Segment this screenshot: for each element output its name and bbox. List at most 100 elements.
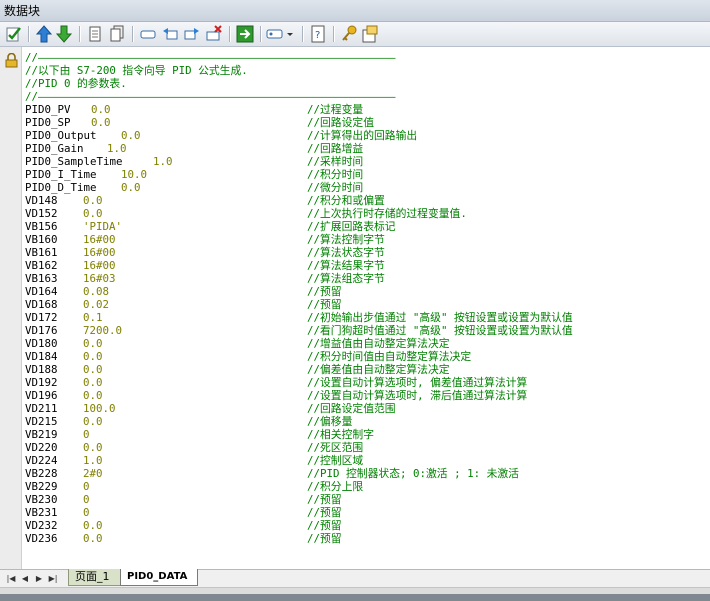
data-row[interactable]: PID0_I_Time 10.0 //积分时间 xyxy=(25,168,705,181)
data-row[interactable]: VD148 0.0 //积分和或偏置 xyxy=(25,194,705,207)
data-value: 1.0 xyxy=(107,142,127,155)
properties-icon[interactable] xyxy=(361,25,379,43)
data-row[interactable]: VD176 7200.0 //看门狗超时值通过 "高级" 按钮设置或设置为默认值 xyxy=(25,324,705,337)
toolbar-separator xyxy=(79,26,81,42)
data-comment: //预留 xyxy=(307,519,342,532)
data-value: 1.0 xyxy=(83,454,103,467)
data-comment: //采样时间 xyxy=(307,155,364,168)
data-address: VD180 xyxy=(25,337,58,350)
data-comment: //预留 xyxy=(307,532,342,545)
header-comment-line: //——————————————————————————————————————… xyxy=(25,51,396,64)
data-row[interactable]: VD196 0.0 //设置自动计算选项时, 滞后值通过算法计算 xyxy=(25,389,705,402)
data-row[interactable]: VB156 'PIDA' //扩展回路表标记 xyxy=(25,220,705,233)
data-comment: //初始输出步值通过 "高级" 按钮设置或设置为默认值 xyxy=(307,311,573,324)
data-row[interactable]: VB228 2#0 //PID 控制器状态; 0:激活 ; 1: 未激活 xyxy=(25,467,705,480)
prev-icon[interactable]: ◀ xyxy=(20,573,30,585)
data-comment: //积分时间 xyxy=(307,168,364,181)
data-value: 0.0 xyxy=(91,116,111,129)
data-comment: //预留 xyxy=(307,285,342,298)
horizontal-scrollbar[interactable] xyxy=(0,587,710,594)
data-address: PID0_SampleTime xyxy=(25,155,123,168)
data-row[interactable]: VD236 0.0 //预留 xyxy=(25,532,705,545)
tag-dropdown-icon[interactable] xyxy=(266,25,296,43)
data-row[interactable]: PID0_SampleTime 1.0 //采样时间 xyxy=(25,155,705,168)
data-row[interactable]: VD188 0.0 //偏差值由自动整定算法决定 xyxy=(25,363,705,376)
data-row[interactable]: VB229 0 //积分上限 xyxy=(25,480,705,493)
data-row[interactable]: VB160 16#00 //算法控制字节 xyxy=(25,233,705,246)
data-comment: //看门狗超时值通过 "高级" 按钮设置或设置为默认值 xyxy=(307,324,573,337)
data-row[interactable]: VD232 0.0 //预留 xyxy=(25,519,705,532)
data-value: 1.0 xyxy=(153,155,173,168)
data-row[interactable]: PID0_SP 0.0 //回路设定值 xyxy=(25,116,705,129)
data-row[interactable]: PID0_PV 0.0 //过程变量 xyxy=(25,103,705,116)
delete-icon[interactable] xyxy=(205,25,223,43)
data-comment: //回路增益 xyxy=(307,142,364,155)
first-icon[interactable]: |◀ xyxy=(6,573,16,585)
data-row[interactable]: PID0_D_Time 0.0 //微分时间 xyxy=(25,181,705,194)
undo-right-icon[interactable] xyxy=(183,25,201,43)
data-row[interactable]: VB231 0 //预留 xyxy=(25,506,705,519)
data-block-editor[interactable]: //——————————————————————————————————————… xyxy=(22,47,710,569)
key-icon[interactable] xyxy=(340,25,358,43)
data-row[interactable]: VB230 0 //预留 xyxy=(25,493,705,506)
data-value: 0.0 xyxy=(83,389,103,402)
data-row[interactable]: VD180 0.0 //增益值由自动整定算法决定 xyxy=(25,337,705,350)
data-comment: //设置自动计算选项时, 偏差值通过算法计算 xyxy=(307,376,528,389)
data-address: PID0_PV xyxy=(25,103,71,116)
data-value: 0.0 xyxy=(83,350,103,363)
data-row[interactable]: VB162 16#00 //算法结果字节 xyxy=(25,259,705,272)
data-row[interactable]: PID0_Gain 1.0 //回路增益 xyxy=(25,142,705,155)
data-value: 7200.0 xyxy=(83,324,123,337)
rect-icon[interactable] xyxy=(139,25,157,43)
toolbar-separator xyxy=(333,26,335,42)
data-value: 16#00 xyxy=(83,233,116,246)
data-row[interactable]: VB163 16#03 //算法组态字节 xyxy=(25,272,705,285)
data-row[interactable]: VD220 0.0 //死区范围 xyxy=(25,441,705,454)
data-address: VB230 xyxy=(25,493,58,506)
undo-left-icon[interactable] xyxy=(161,25,179,43)
data-row[interactable]: VB161 16#00 //算法状态字节 xyxy=(25,246,705,259)
data-row[interactable]: VD184 0.0 //积分时间值由自动整定算法决定 xyxy=(25,350,705,363)
data-address: VD220 xyxy=(25,441,58,454)
data-address: VD224 xyxy=(25,454,58,467)
data-row[interactable]: PID0_Output 0.0 //计算得出的回路输出 xyxy=(25,129,705,142)
tab-page-1[interactable]: 页面_1 xyxy=(68,569,126,586)
data-row[interactable]: VD172 0.1 //初始输出步值通过 "高级" 按钮设置或设置为默认值 xyxy=(25,311,705,324)
last-icon[interactable]: ▶| xyxy=(48,573,58,585)
data-address: VB228 xyxy=(25,467,58,480)
data-comment: //偏移量 xyxy=(307,415,353,428)
data-value: 0.0 xyxy=(121,129,141,142)
page-icon[interactable] xyxy=(86,25,104,43)
data-row[interactable]: VD215 0.0 //偏移量 xyxy=(25,415,705,428)
arrow-down-icon[interactable] xyxy=(55,25,73,43)
data-row[interactable]: VD211 100.0 //回路设定值范围 xyxy=(25,402,705,415)
data-value: 0.0 xyxy=(83,376,103,389)
go-icon[interactable] xyxy=(236,25,254,43)
header-comment-line: //PID 0 的参数表. xyxy=(25,77,127,90)
data-value: 0.1 xyxy=(83,311,103,324)
data-address: VB162 xyxy=(25,259,58,272)
help-page-icon[interactable]: ? xyxy=(309,25,327,43)
data-comment: //预留 xyxy=(307,506,342,519)
tab-pid0-data[interactable]: PID0_DATA xyxy=(120,569,198,586)
data-row[interactable]: VD164 0.08 //预留 xyxy=(25,285,705,298)
data-row[interactable]: VD192 0.0 //设置自动计算选项时, 偏差值通过算法计算 xyxy=(25,376,705,389)
data-value: 0.0 xyxy=(83,194,103,207)
data-row[interactable]: VB219 0 //相关控制字 xyxy=(25,428,705,441)
data-comment: //相关控制字 xyxy=(307,428,374,441)
data-row[interactable]: VD168 0.02 //预留 xyxy=(25,298,705,311)
pages-icon[interactable] xyxy=(108,25,126,43)
arrow-up-icon[interactable] xyxy=(35,25,53,43)
data-row[interactable]: VD152 0.0 //上次执行时存储的过程变量值. xyxy=(25,207,705,220)
data-comment: //上次执行时存储的过程变量值. xyxy=(307,207,467,220)
check-icon[interactable] xyxy=(5,25,23,43)
data-address: VD215 xyxy=(25,415,58,428)
data-address: PID0_D_Time xyxy=(25,181,97,194)
data-value: 0 xyxy=(83,428,90,441)
data-address: VB229 xyxy=(25,480,58,493)
data-row[interactable]: VD224 1.0 //控制区域 xyxy=(25,454,705,467)
data-comment: //PID 控制器状态; 0:激活 ; 1: 未激活 xyxy=(307,467,519,480)
data-address: VB160 xyxy=(25,233,58,246)
data-comment: //回路设定值 xyxy=(307,116,374,129)
next-icon[interactable]: ▶ xyxy=(34,573,44,585)
